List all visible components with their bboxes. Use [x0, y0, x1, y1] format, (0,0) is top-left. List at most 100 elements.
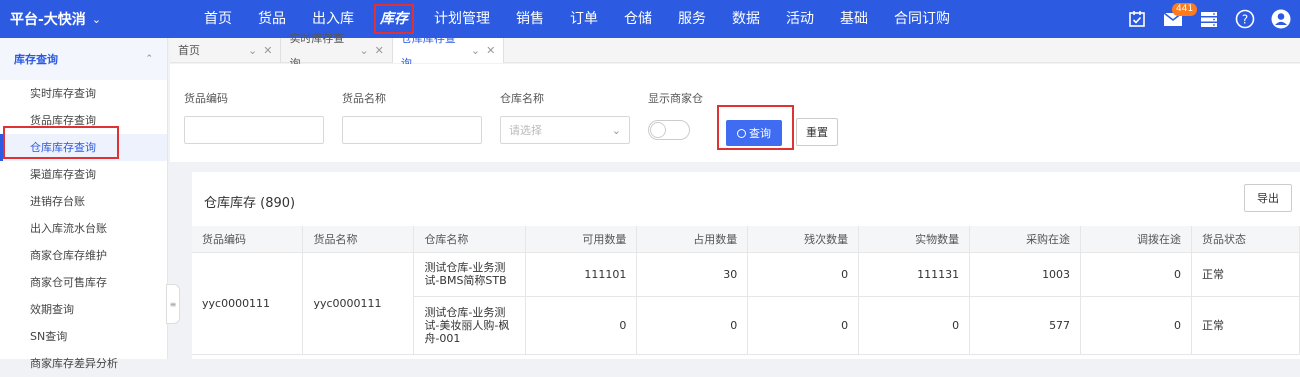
status-cell: 正常 — [1191, 252, 1300, 297]
nav-warehousing[interactable]: 仓储 — [614, 0, 662, 38]
sidebar-section-inventory-query[interactable]: 库存查询 ⌃ — [0, 38, 167, 80]
chevron-down-icon[interactable]: ⌄ — [471, 38, 480, 63]
tab-realtime-inventory[interactable]: 实时库存查询 ⌄ ✕ — [281, 32, 393, 70]
nav-service[interactable]: 服务 — [668, 0, 716, 38]
table-row: yyc0000111 yyc0000111 测试仓库-业务测试-BMS简称STB… — [192, 252, 1300, 355]
sidebar-item-ledger[interactable]: 进销存台账 — [0, 188, 167, 215]
purchase-transit-cell: 1003 — [969, 252, 1082, 297]
reset-button[interactable]: 重置 — [796, 118, 838, 146]
column-header: 货品状态 — [1191, 226, 1300, 253]
nav-activities[interactable]: 活动 — [776, 0, 824, 38]
export-button[interactable]: 导出 — [1244, 184, 1292, 212]
chevron-down-icon[interactable]: ⌄ — [359, 38, 368, 63]
tab-home[interactable]: 首页 ⌄ ✕ — [170, 38, 282, 63]
page-tabs: 首页 ⌄ ✕ 实时库存查询 ⌄ ✕ 仓库库存查询 ⌄ ✕ — [170, 32, 1300, 70]
warehouse-placeholder: 请选择 — [509, 124, 542, 137]
user-icon[interactable] — [1270, 8, 1292, 30]
occupied-cell: 30 — [636, 252, 749, 297]
filter-panel: 货品编码 货品名称 仓库名称 请选择 ⌄ 显示商家仓 查询 重置 — [170, 64, 1300, 162]
task-check-icon[interactable] — [1126, 8, 1148, 30]
platform-name: 平台-大快消 — [10, 12, 86, 28]
physical-cell: 0 — [858, 296, 971, 355]
query-button[interactable]: 查询 — [726, 120, 782, 146]
close-icon[interactable]: ✕ — [263, 38, 272, 63]
merchant-toggle-group: 显示商家仓 — [648, 90, 703, 140]
top-icons: 441 ? — [1112, 0, 1292, 38]
purchase-transit-cell: 577 — [969, 296, 1082, 355]
sidebar-section-label: 库存查询 — [14, 53, 58, 66]
chevron-up-icon: ⌃ — [145, 54, 153, 64]
warehouse-group: 仓库名称 请选择 ⌄ — [500, 90, 630, 144]
goods-code-cell: yyc0000111 — [192, 252, 304, 355]
platform-switcher[interactable]: 平台-大快消 ⌄ — [0, 0, 170, 38]
goods-name-group: 货品名称 — [342, 90, 482, 144]
merchant-toggle-label: 显示商家仓 — [648, 92, 703, 105]
transfer-transit-cell: 0 — [1080, 296, 1192, 355]
column-header: 采购在途 — [969, 226, 1082, 253]
goods-name-input[interactable] — [342, 116, 482, 144]
mail-badge: 441 — [1172, 3, 1198, 16]
warehouse-select[interactable]: 请选择 ⌄ — [500, 116, 630, 144]
nav-contract-order[interactable]: 合同订购 — [884, 0, 960, 38]
goods-code-group: 货品编码 — [184, 90, 324, 144]
nav-sales[interactable]: 销售 — [506, 0, 554, 38]
column-header: 调拨在途 — [1080, 226, 1192, 253]
transfer-transit-cell: 0 — [1080, 252, 1192, 297]
column-header: 仓库名称 — [413, 226, 527, 253]
goods-name-label: 货品名称 — [342, 92, 386, 105]
available-cell: 0 — [525, 296, 638, 355]
sidebar-item-merchant-sellable[interactable]: 商家仓可售库存 — [0, 269, 167, 296]
goods-name-cell: yyc0000111 — [302, 252, 415, 355]
goods-code-input[interactable] — [184, 116, 324, 144]
goods-code-label: 货品编码 — [184, 92, 228, 105]
available-cell: 111101 — [525, 252, 638, 297]
sidebar-item-expiry[interactable]: 效期查询 — [0, 296, 167, 323]
tab-warehouse-inventory[interactable]: 仓库库存查询 ⌄ ✕ — [392, 32, 505, 70]
chevron-down-icon[interactable]: ⌄ — [248, 38, 257, 63]
help-icon[interactable]: ? — [1234, 8, 1256, 30]
nav-orders[interactable]: 订单 — [560, 0, 608, 38]
sidebar-item-merchant-maintenance[interactable]: 商家仓库存维护 — [0, 242, 167, 269]
tab-label: 首页 — [178, 44, 200, 57]
status-cell: 正常 — [1191, 296, 1300, 355]
sidebar-item-merchant-diff[interactable]: 商家库存差异分析 — [0, 350, 167, 377]
physical-cell: 111131 — [858, 252, 971, 297]
nav-home[interactable]: 首页 — [194, 0, 242, 38]
column-header: 可用数量 — [525, 226, 638, 253]
table-header-row: 货品编码 货品名称 仓库名称 可用数量 占用数量 残次数量 实物数量 采购在途 … — [192, 226, 1300, 253]
query-button-label: 查询 — [749, 127, 771, 140]
sidebar: 库存查询 ⌃ 实时库存查询 货品库存查询 仓库库存查询 渠道库存查询 进销存台账… — [0, 38, 168, 370]
storage-icon[interactable] — [1198, 8, 1220, 30]
sidebar-item-realtime-inventory[interactable]: 实时库存查询 — [0, 80, 167, 107]
warehouse-label: 仓库名称 — [500, 92, 544, 105]
search-icon — [737, 128, 746, 138]
column-header: 货品编码 — [192, 226, 304, 253]
sidebar-item-sn[interactable]: SN查询 — [0, 323, 167, 350]
nav-data[interactable]: 数据 — [722, 0, 770, 38]
sidebar-item-channel-inventory[interactable]: 渠道库存查询 — [0, 161, 167, 188]
sidebar-collapse-handle[interactable]: ≡ — [166, 284, 180, 324]
chevron-down-icon: ⌄ — [611, 123, 621, 137]
inventory-panel: 仓库库存 (890) 导出 货品编码 货品名称 仓库名称 可用数量 占用数量 残… — [192, 172, 1300, 359]
close-icon[interactable]: ✕ — [486, 38, 495, 63]
top-navbar: 平台-大快消 ⌄ 首页 货品 出入库 库存 计划管理 销售 订单 仓储 服务 数… — [0, 0, 1300, 38]
close-icon[interactable]: ✕ — [375, 38, 384, 63]
merchant-warehouse-toggle[interactable] — [648, 120, 690, 140]
svg-text:?: ? — [1242, 13, 1248, 27]
toggle-knob — [650, 122, 666, 138]
column-header: 实物数量 — [858, 226, 971, 253]
inventory-table: 货品编码 货品名称 仓库名称 可用数量 占用数量 残次数量 实物数量 采购在途 … — [192, 226, 1300, 355]
column-header: 占用数量 — [636, 226, 749, 253]
occupied-cell: 0 — [636, 296, 749, 355]
defective-cell: 0 — [747, 296, 860, 355]
column-header: 残次数量 — [747, 226, 860, 253]
column-header: 货品名称 — [302, 226, 415, 253]
warehouse-cell: 测试仓库-业务测试-BMS简称STB — [413, 252, 527, 297]
sidebar-item-flow-ledger[interactable]: 出入库流水台账 — [0, 215, 167, 242]
mail-icon[interactable]: 441 — [1162, 3, 1198, 30]
warehouse-cell: 测试仓库-业务测试-美妆丽人购-枫舟-001 — [413, 296, 527, 355]
sidebar-highlight-box — [3, 126, 119, 159]
nav-basics[interactable]: 基础 — [830, 0, 878, 38]
table-title: 仓库库存 (890) — [204, 196, 296, 211]
defective-cell: 0 — [747, 252, 860, 297]
